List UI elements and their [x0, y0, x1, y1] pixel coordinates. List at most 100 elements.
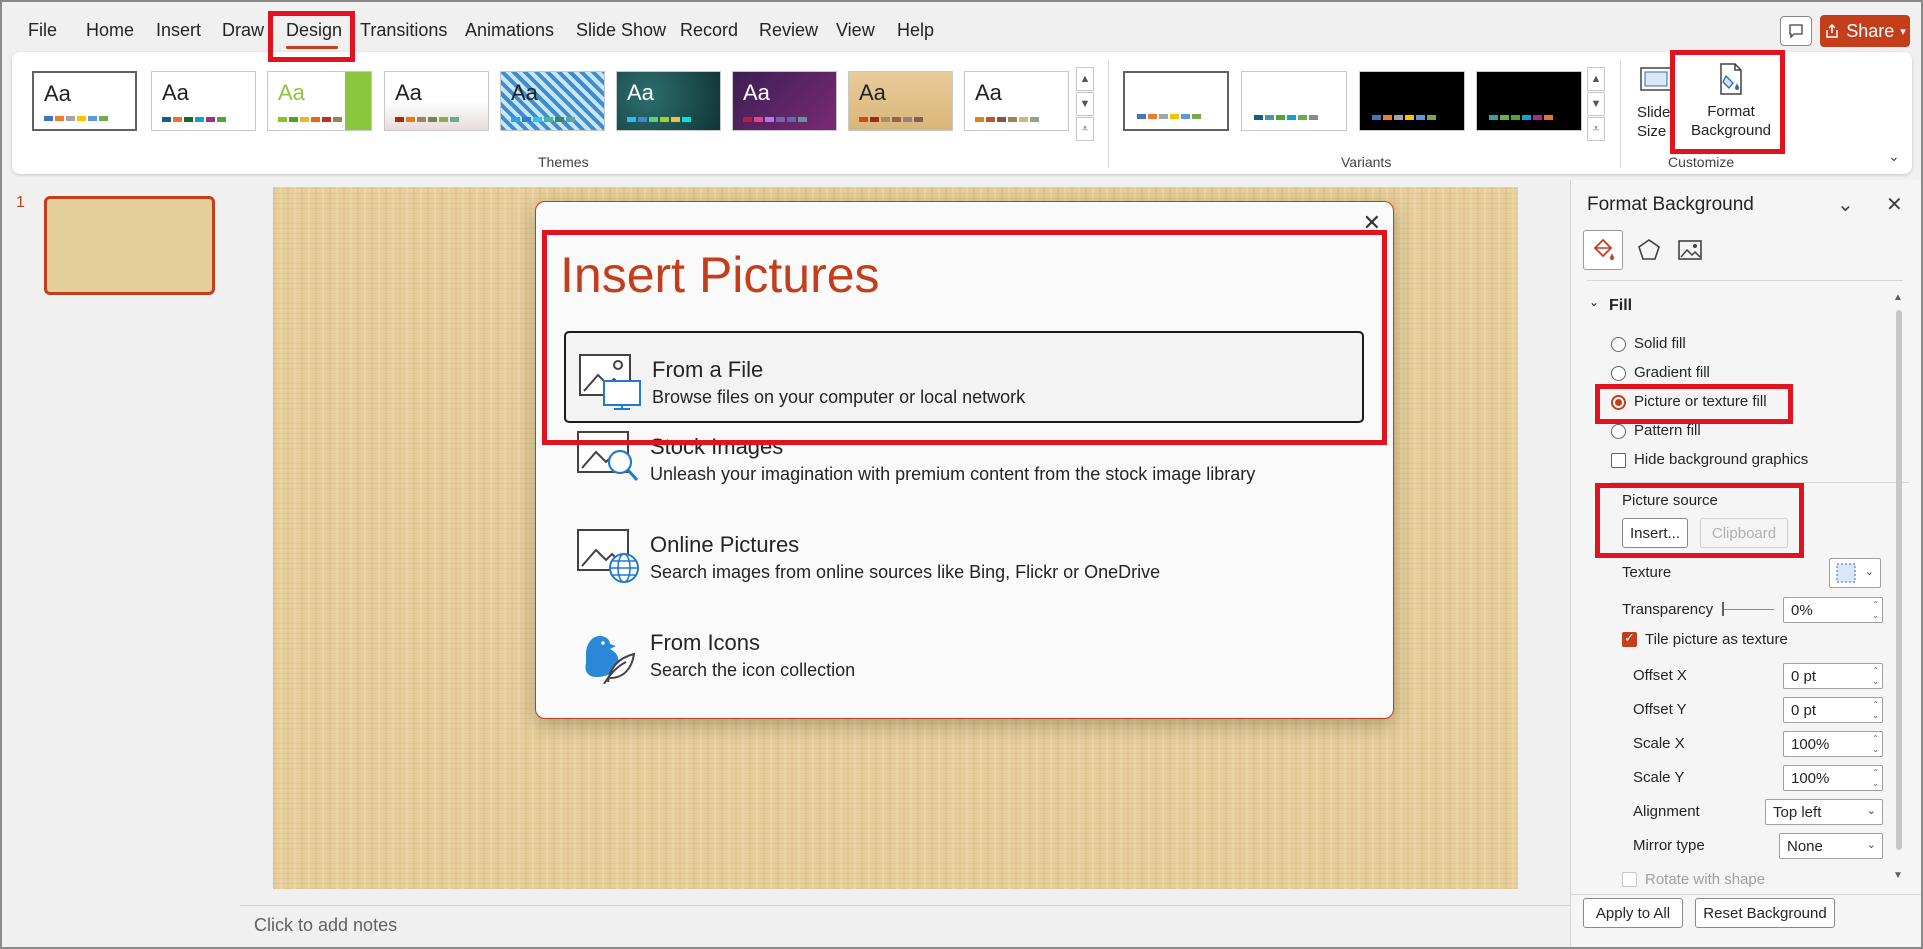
fill-collapse-chevron-icon[interactable]: ⌄	[1589, 295, 1599, 309]
theme-integral[interactable]: Aa	[384, 71, 489, 131]
picture-tab[interactable]	[1670, 230, 1710, 270]
solid-fill-radio[interactable]	[1611, 337, 1626, 352]
reset-background-button[interactable]: Reset Background	[1695, 898, 1835, 928]
ribbon-separator	[1108, 60, 1109, 168]
insert-picture-button[interactable]: Insert...	[1622, 518, 1688, 548]
variant-1[interactable]	[1123, 71, 1229, 131]
chevron-down-icon: ⌄	[1866, 839, 1876, 851]
alignment-dropdown[interactable]: Top left ⌄	[1765, 799, 1883, 825]
tab-slide-show[interactable]: Slide Show	[576, 20, 666, 41]
texture-dropdown[interactable]: ⌄	[1829, 558, 1881, 588]
variants-more-button[interactable]: ⩡	[1587, 117, 1605, 141]
tab-animations[interactable]: Animations	[465, 20, 554, 41]
theme-wood-type[interactable]: Aa	[848, 71, 953, 131]
mirror-type-dropdown[interactable]: None ⌄	[1779, 833, 1883, 859]
ribbon-separator	[1620, 60, 1621, 168]
dialog-close-icon[interactable]: ✕	[1363, 210, 1381, 236]
variants-scroll-up[interactable]: ▲	[1587, 67, 1605, 91]
share-button[interactable]: Share ▾	[1820, 15, 1910, 47]
spinner-arrows-icon[interactable]: ⌃ ⌄	[1872, 733, 1879, 755]
theme-ion[interactable]: Aa	[500, 71, 605, 131]
comment-icon	[1789, 24, 1803, 39]
scale-x-spinner[interactable]: 100% ⌃ ⌄	[1783, 731, 1883, 757]
pattern-fill-label[interactable]: Pattern fill	[1634, 422, 1701, 439]
stock-images-option[interactable]: Stock Images Unleash your imagination wi…	[564, 410, 1364, 502]
fill-section-header[interactable]: Fill	[1609, 297, 1632, 315]
tab-help[interactable]: Help	[897, 20, 934, 41]
dropdown-value: Top left	[1773, 804, 1822, 821]
effects-tab[interactable]	[1629, 230, 1669, 270]
tab-view[interactable]: View	[836, 20, 875, 41]
picture-texture-fill-radio[interactable]	[1611, 395, 1626, 410]
format-background-pane: Format Background ⌄ ✕ ⌄ Fill Solid fill …	[1570, 180, 1923, 949]
transparency-label: Transparency	[1622, 601, 1714, 618]
transparency-spinner[interactable]: 0% ⌃ ⌄	[1783, 597, 1883, 623]
theme-organic[interactable]: Aa	[732, 71, 837, 131]
transparency-slider-track[interactable]	[1724, 609, 1774, 610]
insert-button-label: Insert...	[1629, 524, 1681, 542]
picture-texture-fill-label[interactable]: Picture or texture fill	[1634, 393, 1767, 410]
theme-office[interactable]: Aa	[32, 71, 137, 131]
tab-home[interactable]: Home	[86, 20, 134, 41]
tab-design[interactable]: Design	[286, 20, 342, 41]
hide-background-label[interactable]: Hide background graphics	[1634, 451, 1808, 468]
gradient-fill-label[interactable]: Gradient fill	[1634, 364, 1710, 381]
fill-line-tab[interactable]	[1583, 230, 1623, 270]
theme-retrospect[interactable]: Aa	[964, 71, 1069, 131]
pane-divider	[1587, 280, 1903, 281]
texture-label: Texture	[1622, 564, 1672, 581]
offset-x-spinner[interactable]: 0 pt ⌃ ⌄	[1783, 663, 1883, 689]
scale-y-spinner[interactable]: 100% ⌃ ⌄	[1783, 765, 1883, 791]
variant-4[interactable]	[1476, 71, 1582, 131]
variant-3[interactable]	[1359, 71, 1465, 131]
variant-2[interactable]	[1241, 71, 1347, 131]
notes-pane[interactable]: Click to add notes	[240, 905, 1570, 949]
from-icons-option[interactable]: From Icons Search the icon collection	[564, 606, 1364, 698]
option-title: From a File	[652, 357, 764, 382]
spinner-value: 0%	[1791, 602, 1813, 619]
scrollbar-thumb[interactable]	[1896, 310, 1902, 850]
solid-fill-label[interactable]: Solid fill	[1634, 335, 1686, 352]
variants-scroll-down[interactable]: ▼	[1587, 92, 1605, 116]
pane-scrollbar[interactable]: ▲ ▼	[1893, 292, 1903, 881]
scroll-down-icon[interactable]: ▼	[1893, 870, 1903, 881]
spinner-arrows-icon[interactable]: ⌃ ⌄	[1872, 599, 1879, 621]
comments-button[interactable]	[1780, 16, 1812, 46]
mirror-type-label: Mirror type	[1633, 837, 1705, 854]
gradient-fill-radio[interactable]	[1611, 366, 1626, 381]
alignment-label: Alignment	[1633, 803, 1700, 820]
pane-close-icon[interactable]: ✕	[1886, 192, 1903, 217]
spinner-arrows-icon[interactable]: ⌃ ⌄	[1872, 699, 1879, 721]
format-background-button[interactable]: Format Background	[1680, 58, 1782, 148]
themes-more-button[interactable]: ⩡	[1076, 117, 1094, 141]
hide-background-checkbox[interactable]	[1611, 453, 1626, 468]
tab-review[interactable]: Review	[759, 20, 818, 41]
rotate-with-shape-checkbox	[1622, 872, 1637, 887]
themes-scroll-up[interactable]: ▲	[1076, 67, 1094, 91]
slide-thumbnail[interactable]	[44, 196, 215, 295]
themes-scroll-down[interactable]: ▼	[1076, 92, 1094, 116]
theme-facet[interactable]: Aa	[267, 71, 372, 131]
spinner-arrows-icon[interactable]: ⌃ ⌄	[1872, 767, 1879, 789]
slide-size-button[interactable]: Slide Size	[1632, 62, 1682, 142]
scroll-up-icon[interactable]: ▲	[1893, 292, 1903, 303]
tab-record[interactable]: Record	[680, 20, 738, 41]
offset-y-spinner[interactable]: 0 pt ⌃ ⌄	[1783, 697, 1883, 723]
tab-insert[interactable]: Insert	[156, 20, 201, 41]
pattern-fill-radio[interactable]	[1611, 424, 1626, 439]
tile-texture-label[interactable]: Tile picture as texture	[1645, 631, 1788, 648]
pane-options-chevron-icon[interactable]: ⌄	[1837, 192, 1854, 217]
clipboard-button: Clipboard	[1700, 518, 1788, 548]
ribbon-collapse-chevron-icon[interactable]: ⌄	[1888, 148, 1900, 165]
tab-draw[interactable]: Draw	[222, 20, 264, 41]
tile-texture-checkbox[interactable]	[1622, 630, 1637, 647]
spinner-arrows-icon[interactable]: ⌃ ⌄	[1872, 665, 1879, 687]
online-pictures-option[interactable]: Online Pictures Search images from onlin…	[564, 508, 1364, 600]
reset-background-label: Reset Background	[1703, 904, 1827, 922]
theme-office-2[interactable]: Aa	[151, 71, 256, 131]
theme-ion-boardroom[interactable]: Aa	[616, 71, 721, 131]
transparency-slider-thumb[interactable]	[1722, 602, 1724, 616]
tab-transitions[interactable]: Transitions	[360, 20, 447, 41]
tab-file[interactable]: File	[28, 20, 57, 41]
apply-to-all-button[interactable]: Apply to All	[1583, 898, 1683, 928]
